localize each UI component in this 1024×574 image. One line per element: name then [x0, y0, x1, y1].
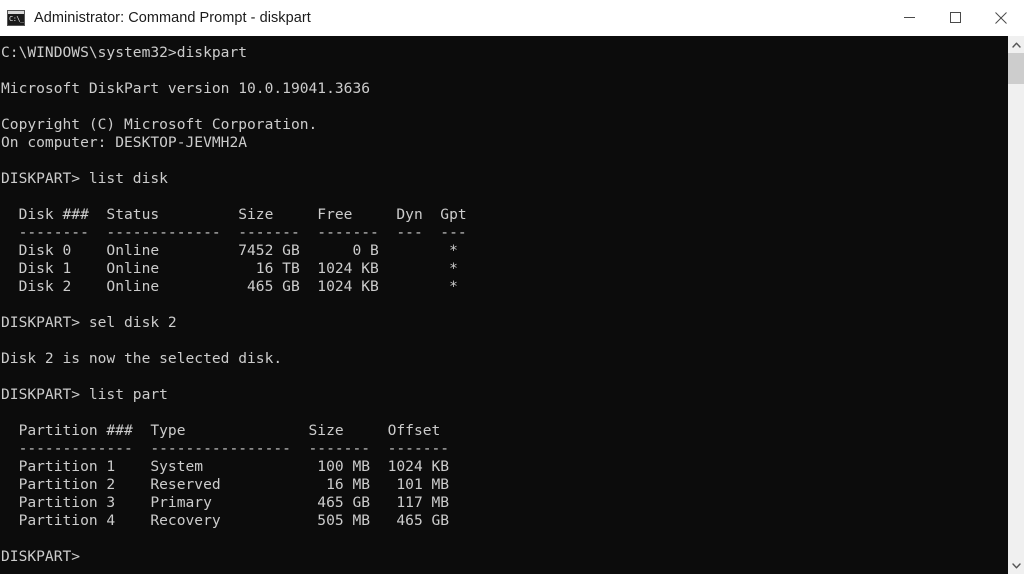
title-bar-left: C:\_ Administrator: Command Prompt - dis… [0, 0, 886, 35]
scrollbar-track[interactable] [1008, 53, 1024, 557]
close-icon [995, 11, 1007, 24]
command-prompt-window: C:\_ Administrator: Command Prompt - dis… [0, 0, 1024, 574]
terminal-line: -------- ------------- ------- ------- -… [1, 224, 467, 241]
terminal-line: Partition 2 Reserved 16 MB 101 MB [1, 476, 450, 493]
terminal-line: Disk 2 is now the selected disk. [1, 350, 283, 367]
window-title: Administrator: Command Prompt - diskpart [34, 9, 311, 26]
terminal-scrollbar[interactable] [1007, 36, 1024, 574]
terminal-line: Microsoft DiskPart version 10.0.19041.36… [1, 80, 371, 97]
chevron-up-icon [1011, 42, 1021, 48]
terminal-line: Copyright (C) Microsoft Corporation. [1, 116, 318, 133]
scrollbar-down-button[interactable] [1008, 557, 1024, 574]
terminal-line: Disk 0 Online 7452 GB 0 B * [1, 242, 458, 259]
maximize-button[interactable] [932, 0, 978, 35]
terminal-line: DISKPART> list disk [1, 170, 168, 187]
title-bar[interactable]: C:\_ Administrator: Command Prompt - dis… [0, 0, 1024, 36]
terminal-line: Disk 1 Online 16 TB 1024 KB * [1, 260, 458, 277]
terminal-line: ------------- ---------------- ------- -… [1, 440, 450, 457]
command-prompt-icon: C:\_ [7, 9, 25, 26]
terminal-output[interactable]: C:\WINDOWS\system32>diskpart Microsoft D… [0, 36, 1007, 574]
chevron-down-icon [1011, 562, 1021, 568]
close-button[interactable] [978, 0, 1024, 35]
terminal-line: Disk ### Status Size Free Dyn Gpt [1, 206, 467, 223]
terminal-area: C:\WINDOWS\system32>diskpart Microsoft D… [0, 36, 1024, 574]
terminal-line: Partition ### Type Size Offset [1, 422, 441, 439]
terminal-line: Disk 2 Online 465 GB 1024 KB * [1, 278, 458, 295]
icon-prompt-glyph: C:\_ [9, 14, 24, 23]
window-controls [886, 0, 1024, 35]
terminal-line: DISKPART> [1, 548, 81, 565]
terminal-line: DISKPART> list part [1, 386, 168, 403]
terminal-line: Partition 3 Primary 465 GB 117 MB [1, 494, 450, 511]
maximize-icon [949, 12, 961, 23]
scrollbar-thumb[interactable] [1008, 53, 1024, 84]
terminal-line: On computer: DESKTOP-JEVMH2A [1, 134, 248, 151]
scrollbar-up-button[interactable] [1008, 36, 1024, 53]
terminal-line: Partition 1 System 100 MB 1024 KB [1, 458, 450, 475]
minimize-icon [903, 17, 915, 18]
minimize-button[interactable] [886, 0, 932, 35]
terminal-line: DISKPART> sel disk 2 [1, 314, 177, 331]
terminal-line: C:\WINDOWS\system32>diskpart [1, 44, 248, 61]
terminal-line: Partition 4 Recovery 505 MB 465 GB [1, 512, 450, 529]
